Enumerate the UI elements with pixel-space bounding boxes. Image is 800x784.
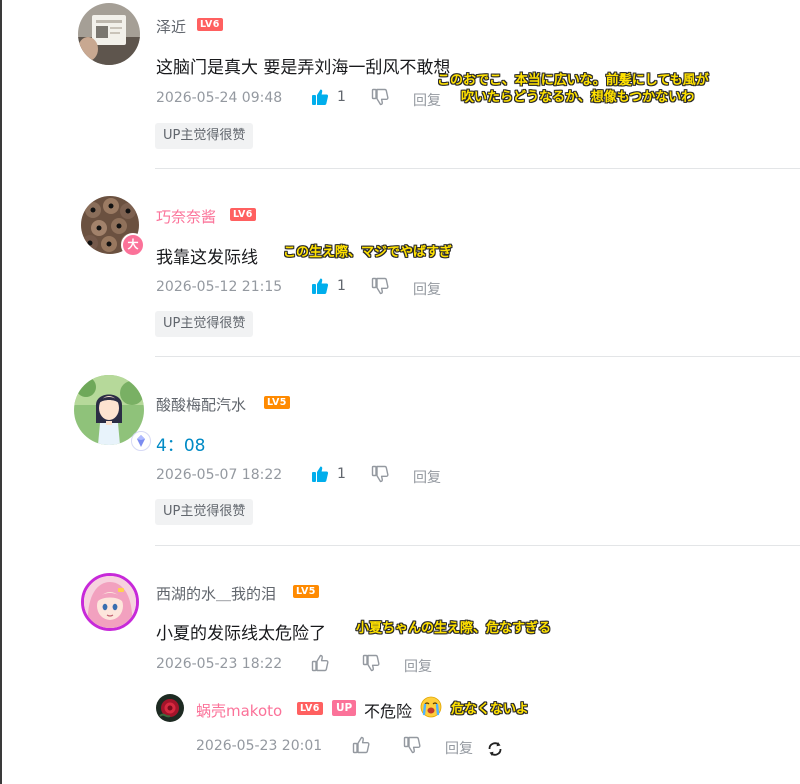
refresh-icon[interactable] [486, 740, 504, 758]
thumbs-down-icon[interactable] [362, 654, 380, 672]
subtitle: この生え際、マジでやばすぎ [283, 245, 453, 260]
reply-timestamp: 2026-05-23 20:01 [196, 738, 323, 754]
level-badge: LV6 [197, 18, 223, 31]
level-badge: LV6 [230, 208, 256, 221]
up-liked-badge: UP主觉得很赞 [155, 311, 254, 337]
up-liked-badge: UP主觉得很赞 [155, 123, 254, 149]
divider [155, 545, 800, 546]
up-liked-badge: UP主觉得很赞 [155, 499, 254, 525]
reply-level-badge: LV6 [297, 702, 323, 715]
reply-button[interactable]: 回复 [413, 279, 441, 299]
username[interactable]: 巧奈奈酱 [156, 206, 216, 227]
subtitle-line-2: 吹いたらどうなるか、想像もつかないわ [461, 90, 695, 105]
divider [155, 168, 800, 169]
username[interactable]: 泽近 [156, 16, 186, 37]
reply-button[interactable]: 回复 [404, 656, 432, 676]
timestamp: 2026-05-23 18:22 [156, 656, 283, 672]
reply-username[interactable]: 蜗壳makoto [196, 700, 282, 721]
timestamp: 2026-05-12 21:15 [156, 279, 283, 295]
comment-text: 我靠这发际线 [156, 248, 258, 268]
thumbs-up-icon[interactable] [311, 88, 329, 106]
timestamp: 2026-05-24 09:48 [156, 90, 283, 106]
thumbs-up-icon[interactable] [311, 465, 329, 483]
reply-button[interactable]: 回复 [445, 738, 473, 758]
thumbs-down-icon[interactable] [371, 88, 389, 106]
window-edge [0, 0, 2, 784]
thumbs-down-icon[interactable] [371, 277, 389, 295]
thumbs-up-outline-icon[interactable] [352, 736, 370, 754]
reply-text: 不危险 [364, 702, 413, 721]
vip-ring-icon [131, 431, 151, 451]
up-author-tag: UP [332, 700, 357, 716]
timestamp: 2026-05-07 18:22 [156, 467, 283, 483]
crying-emoji-icon [420, 696, 442, 718]
like-count: 1 [337, 466, 346, 482]
avatar[interactable] [81, 573, 139, 631]
timestamp-link[interactable]: 4：08 [156, 431, 205, 456]
reply-subtitle: 危なくないよ [451, 702, 529, 717]
divider [155, 356, 800, 357]
avatar[interactable] [78, 3, 140, 65]
username[interactable]: 酸酸梅配汽水 [156, 394, 246, 415]
reply-button[interactable]: 回复 [413, 467, 441, 487]
big-member-badge: 大 [121, 233, 145, 257]
level-badge: LV5 [293, 585, 319, 598]
level-badge: LV5 [264, 396, 290, 409]
comment-text: 小夏的发际线太危险了 [156, 624, 326, 644]
subtitle-line-1: このおでこ、本当に広いな。前髪にしても風が [437, 73, 709, 88]
thumbs-up-outline-icon[interactable] [311, 654, 329, 672]
like-count: 1 [337, 278, 346, 294]
thumbs-up-icon[interactable] [311, 277, 329, 295]
like-count: 1 [337, 89, 346, 105]
subtitle: 小夏ちゃんの生え際、危なすぎる [356, 621, 552, 636]
thumbs-down-icon[interactable] [371, 465, 389, 483]
username[interactable]: 西湖的水＿我的泪 [156, 583, 276, 604]
thumbs-down-icon[interactable] [403, 736, 421, 754]
reply-button[interactable]: 回复 [413, 90, 441, 110]
comment-text: 这脑门是真大 要是弄刘海一刮风不敢想 [156, 58, 451, 78]
reply-avatar[interactable] [156, 694, 184, 722]
